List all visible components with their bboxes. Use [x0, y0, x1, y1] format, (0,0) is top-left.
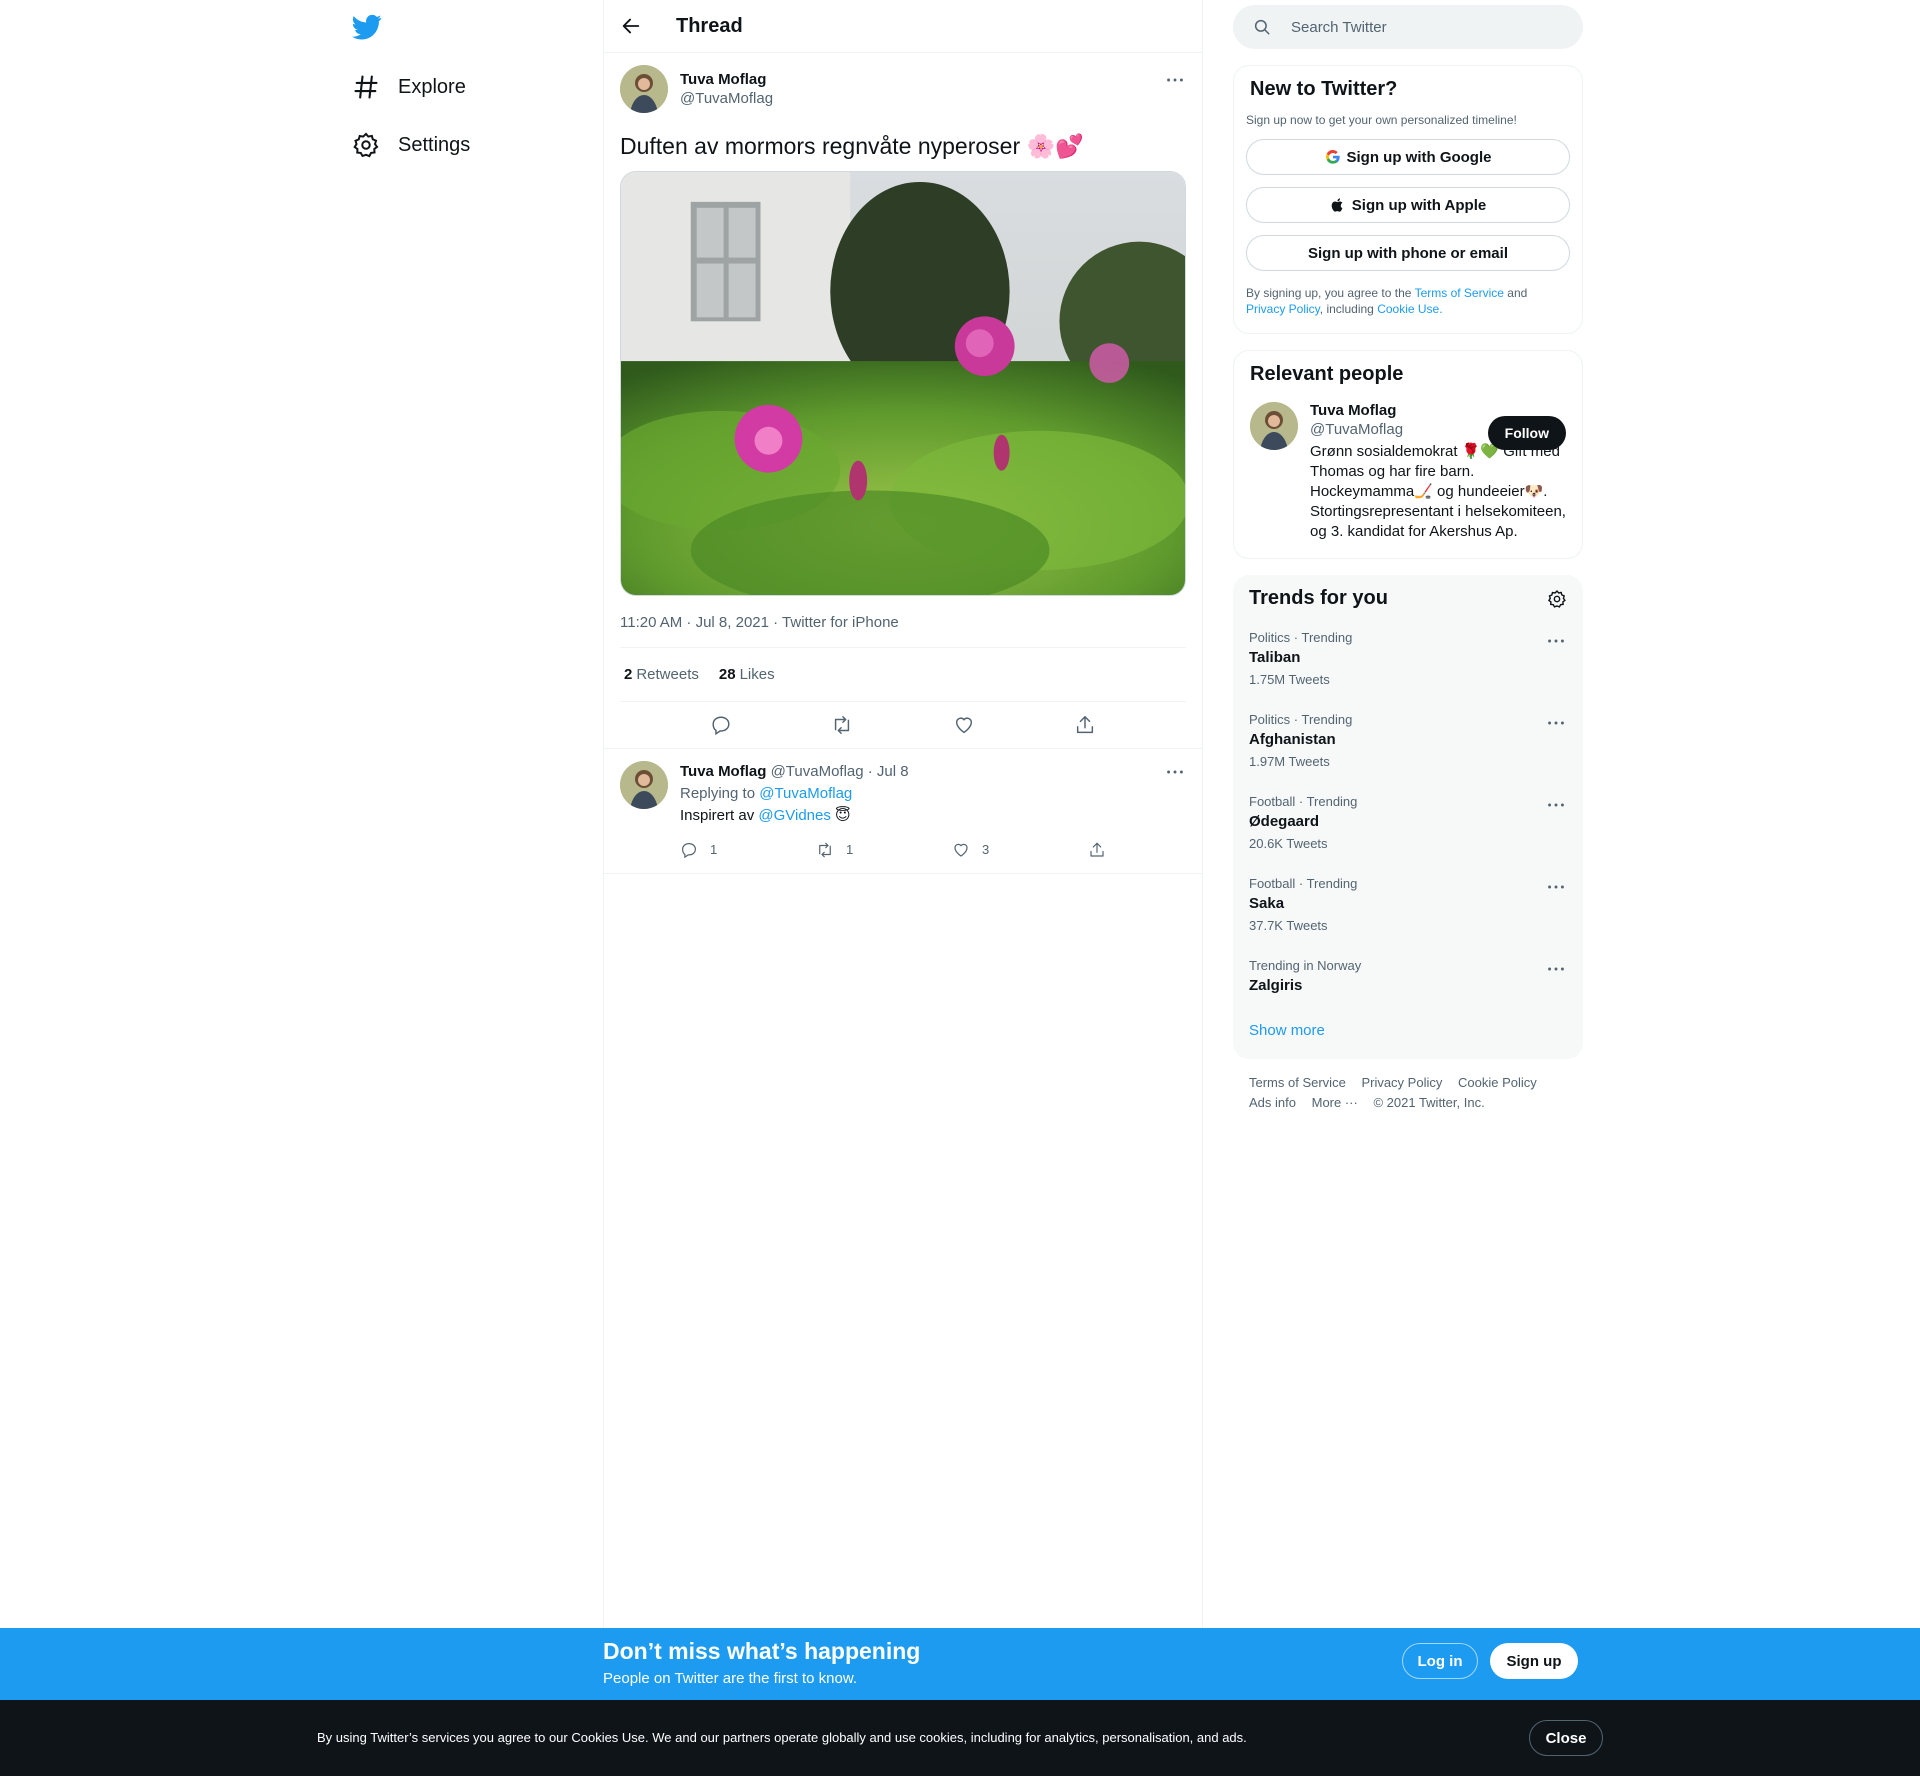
cookie-bar: By using Twitter’s services you agree to…	[0, 1700, 1920, 1776]
footer-privacy[interactable]: Privacy Policy	[1361, 1075, 1442, 1090]
retweet-icon	[819, 842, 831, 858]
nav-explore[interactable]: Explore	[352, 62, 466, 112]
main-tweet: Tuva Moflag @TuvaMoflag Duften av mormor…	[604, 53, 1202, 749]
cookie-link[interactable]: Cookie Use.	[1377, 302, 1442, 316]
relevant-people-card: Relevant people Tuva Moflag @TuvaMoflag …	[1233, 350, 1583, 559]
gear-icon	[353, 132, 379, 158]
reply-like-button[interactable]: 3	[952, 839, 1088, 861]
signup-legal: By signing up, you agree to the Terms of…	[1246, 286, 1528, 316]
replying-to-link[interactable]: @TuvaMoflag	[759, 785, 852, 802]
reply-share-button[interactable]	[1088, 839, 1224, 861]
replying-to-label: Replying to	[680, 785, 756, 802]
footer-cookie[interactable]: Cookie Policy	[1458, 1075, 1537, 1090]
trend-item[interactable]: Politics · Trending Taliban 1.75M Tweets	[1233, 618, 1583, 700]
search-box[interactable]	[1233, 5, 1583, 49]
trend-more-icon[interactable]	[1545, 712, 1567, 734]
search-input[interactable]	[1291, 18, 1541, 36]
relevant-title: Relevant people	[1250, 363, 1404, 385]
footer-more[interactable]: More ···	[1312, 1095, 1358, 1110]
relevant-avatar[interactable]	[1250, 402, 1298, 450]
banner-subtitle: People on Twitter are the first to know.	[603, 1670, 858, 1687]
reply-emoji: 😇	[835, 807, 851, 824]
reply-avatar[interactable]	[620, 761, 668, 809]
footer-copyright: © 2021 Twitter, Inc.	[1373, 1095, 1485, 1110]
back-arrow-icon[interactable]	[620, 15, 642, 37]
reply-author-name[interactable]: Tuva Moflag	[680, 763, 766, 780]
trend-item[interactable]: Politics · Trending Afghanistan 1.97M Tw…	[1233, 700, 1583, 782]
reply-actions: 1 1 3	[680, 839, 1224, 861]
share-icon[interactable]	[1074, 714, 1096, 736]
share-icon	[1090, 842, 1104, 857]
signup-button[interactable]: Sign up	[1490, 1643, 1578, 1679]
terms-link[interactable]: Terms of Service	[1415, 286, 1504, 300]
nav-settings-label: Settings	[398, 133, 471, 156]
thread-header: Thread	[604, 0, 1202, 53]
author-handle[interactable]: @TuvaMoflag	[680, 90, 773, 107]
show-more-link[interactable]: Show more	[1233, 1006, 1583, 1059]
hashtag-icon	[354, 75, 378, 99]
trend-more-icon[interactable]	[1545, 630, 1567, 652]
signup-phone-button[interactable]: Sign up with phone or email	[1246, 235, 1570, 271]
tweet-text: Duften av mormors regnvåte nyperoser 🌸💕	[620, 133, 1084, 159]
reply-more-icon[interactable]	[1164, 761, 1186, 783]
trend-more-icon[interactable]	[1545, 794, 1567, 816]
trend-item[interactable]: Football · Trending Ødegaard 20.6K Tweet…	[1233, 782, 1583, 864]
author-name[interactable]: Tuva Moflag	[680, 71, 773, 88]
signup-card: New to Twitter? Sign up now to get your …	[1233, 65, 1583, 334]
reply-handle-date: @TuvaMoflag · Jul 8	[770, 763, 909, 780]
banner-title: Don’t miss what’s happening	[603, 1638, 921, 1664]
reply-reply-button[interactable]: 1	[680, 839, 816, 861]
retweet-count[interactable]: 2 Retweets	[624, 666, 699, 683]
trend-item[interactable]: Trending in Norway Zalgiris	[1233, 946, 1583, 1006]
tweet-meta: 11:20 AM · Jul 8, 2021 · Twitter for iPh…	[620, 596, 1186, 648]
trends-settings-gear-icon[interactable]	[1547, 589, 1567, 609]
follow-button[interactable]: Follow	[1487, 416, 1566, 450]
footer-ads[interactable]: Ads info	[1249, 1095, 1296, 1110]
cookie-text: By using Twitter’s services you agree to…	[317, 1730, 1247, 1745]
reply-icon	[682, 843, 696, 859]
footer-terms[interactable]: Terms of Service	[1249, 1075, 1346, 1090]
like-heart-icon	[954, 843, 968, 857]
trend-more-icon[interactable]	[1545, 958, 1567, 980]
page-title: Thread	[676, 14, 743, 37]
trend-item[interactable]: Football · Trending Saka 37.7K Tweets	[1233, 864, 1583, 946]
trends-card: Trends for you Politics · Trending Talib…	[1233, 575, 1583, 1059]
signup-banner: Don’t miss what’s happening People on Tw…	[0, 1628, 1920, 1700]
relevant-person[interactable]: Tuva Moflag @TuvaMoflag Grønn sosialdemo…	[1234, 386, 1582, 558]
twitter-bird-icon[interactable]	[352, 12, 382, 42]
retweet-icon[interactable]	[831, 714, 853, 736]
reply-text: Inspirert av	[680, 807, 755, 824]
close-button[interactable]: Close	[1529, 1720, 1603, 1756]
more-options-icon[interactable]	[1164, 69, 1186, 91]
nav-settings[interactable]: Settings	[352, 120, 470, 170]
trends-title: Trends for you	[1249, 587, 1388, 609]
relevant-bio: Grønn sosialdemokrat 🌹💚 Gift med Thomas …	[1310, 443, 1566, 540]
avatar[interactable]	[620, 65, 668, 113]
like-count[interactable]: 28 Likes	[719, 666, 775, 683]
main-column: Thread Tuva Moflag @TuvaMoflag Duften av…	[603, 0, 1203, 1628]
privacy-link[interactable]: Privacy Policy	[1246, 302, 1320, 316]
mention-link[interactable]: @GVidnes	[758, 807, 831, 824]
right-sidebar: New to Twitter? Sign up now to get your …	[1233, 0, 1583, 1127]
trend-more-icon[interactable]	[1545, 876, 1567, 898]
reply-tweet[interactable]: Tuva Moflag @TuvaMoflag · Jul 8 Replying…	[604, 749, 1202, 874]
reply-retweet-button[interactable]: 1	[816, 839, 952, 861]
like-heart-icon[interactable]	[953, 714, 975, 736]
google-icon	[1325, 149, 1340, 164]
signup-apple-button[interactable]: Sign up with Apple	[1246, 187, 1570, 223]
signup-title: New to Twitter?	[1250, 78, 1398, 100]
apple-icon	[1331, 198, 1343, 212]
search-icon	[1254, 19, 1270, 35]
tweet-photo[interactable]	[620, 171, 1186, 596]
nav-explore-label: Explore	[398, 75, 466, 98]
footer-links: Terms of Service Privacy Policy Cookie P…	[1233, 1059, 1583, 1127]
login-button[interactable]: Log in	[1402, 1643, 1478, 1679]
tweet-counts: 2 Retweets 28 Likes	[620, 648, 1186, 702]
signup-subtitle: Sign up now to get your own personalized…	[1246, 113, 1517, 127]
tweet-actions	[620, 702, 1186, 748]
reply-icon[interactable]	[710, 714, 732, 736]
signup-google-button[interactable]: Sign up with Google	[1246, 139, 1570, 175]
